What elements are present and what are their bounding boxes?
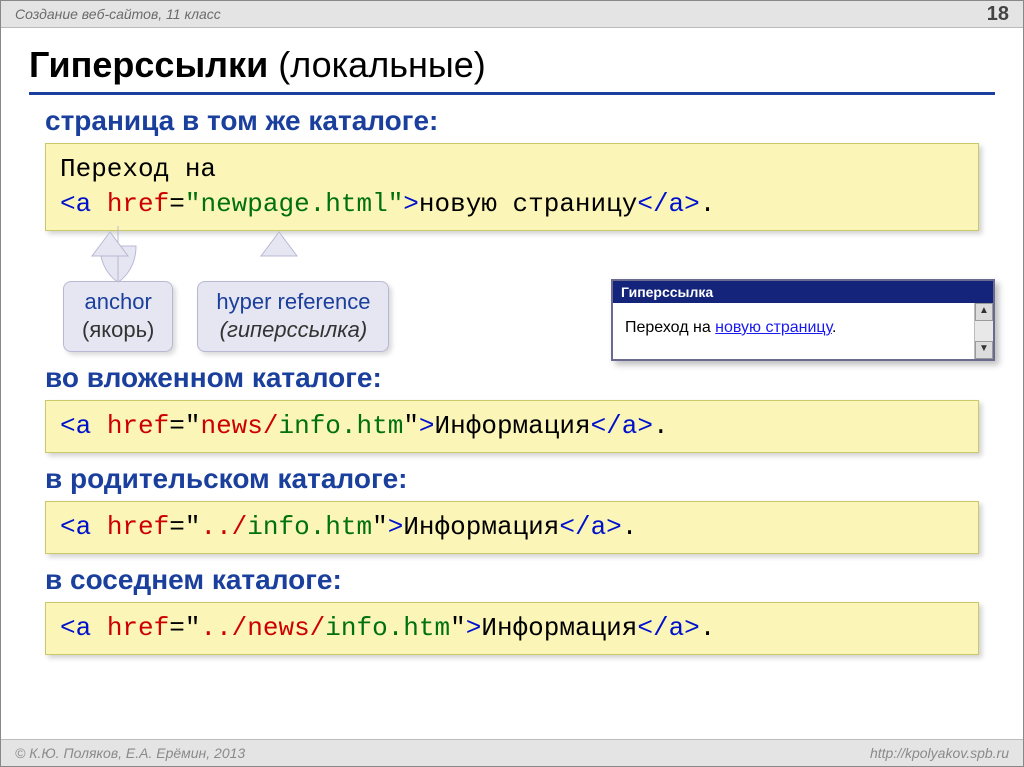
code3-close: </a> <box>559 512 621 542</box>
code2-close: </a> <box>591 411 653 441</box>
code4-file: info.htm <box>325 613 450 643</box>
scroll-down-icon[interactable]: ▼ <box>975 341 993 359</box>
code1-pre: Переход на <box>60 154 216 184</box>
code4-gt: > <box>466 613 482 643</box>
section-2-label: во вложенном каталоге: <box>45 362 995 394</box>
copyright: © К.Ю. Поляков, Е.А. Ерёмин, 2013 <box>15 745 245 761</box>
header-bar: Создание веб-сайтов, 11 класс 18 <box>1 1 1023 28</box>
callout-href: hyper reference (гиперссылка) <box>197 281 389 352</box>
code4-q1: " <box>185 613 201 643</box>
code1-sp <box>91 189 107 219</box>
code3-attr: href <box>107 512 169 542</box>
code4-dir: ../news/ <box>200 613 325 643</box>
browser-body: Переход на новую страницу. ▲ ▼ <box>613 303 993 359</box>
code3-file: info.htm <box>247 512 372 542</box>
code3-sp <box>91 512 107 542</box>
code3-gt: > <box>388 512 404 542</box>
code-box-1: Переход на <a href="newpage.html">новую … <box>45 143 979 231</box>
code3-q1: " <box>185 512 201 542</box>
code1-txt: новую страницу <box>419 189 637 219</box>
callout-href-pointer-icon <box>269 232 317 286</box>
callout-anchor-ru: (якорь) <box>82 316 154 344</box>
callout-anchor-pointer-icon <box>94 232 142 286</box>
code4-dot: . <box>700 613 716 643</box>
code2-q2: " <box>403 411 419 441</box>
code1-val: "newpage.html" <box>185 189 403 219</box>
code-box-3: <a href="../info.htm">Информация</a>. <box>45 501 979 554</box>
code2-dir: news/ <box>200 411 278 441</box>
browser-titlebar: Гиперссылка <box>613 281 993 303</box>
scroll-up-icon[interactable]: ▲ <box>975 303 993 321</box>
code1-gt: > <box>403 189 419 219</box>
footer-url: http://kpolyakov.spb.ru <box>870 745 1009 761</box>
browser-text-pre: Переход на <box>625 319 715 336</box>
title-rest: (локальные) <box>268 44 486 85</box>
browser-scrollbar[interactable]: ▲ ▼ <box>974 303 993 359</box>
code4-open: <a <box>60 613 91 643</box>
callout-href-en: hyper reference <box>216 288 370 316</box>
course-name: Создание веб-сайтов, 11 класс <box>15 6 221 22</box>
browser-preview: Гиперссылка Переход на новую страницу. ▲… <box>611 279 995 361</box>
title-bold: Гиперссылки <box>29 44 268 85</box>
callout-href-ru: (гиперссылка) <box>216 316 370 344</box>
code3-eq: = <box>169 512 185 542</box>
code2-gt: > <box>419 411 435 441</box>
slide: Создание веб-сайтов, 11 класс 18 Гиперсс… <box>0 0 1024 767</box>
callout-anchor: anchor (якорь) <box>63 281 173 352</box>
code1-open: <a <box>60 189 91 219</box>
code4-attr: href <box>107 613 169 643</box>
section-4-label: в соседнем каталоге: <box>45 564 995 596</box>
code3-open: <a <box>60 512 91 542</box>
code4-sp <box>91 613 107 643</box>
code1-dot: . <box>700 189 716 219</box>
code4-txt: Информация <box>481 613 637 643</box>
code2-q1: " <box>185 411 201 441</box>
footer-bar: © К.Ю. Поляков, Е.А. Ерёмин, 2013 http:/… <box>1 739 1023 766</box>
code4-close: </a> <box>637 613 699 643</box>
code2-dot: . <box>653 411 669 441</box>
code1-eq: = <box>169 189 185 219</box>
code3-dot: . <box>622 512 638 542</box>
callout-anchor-en: anchor <box>82 288 154 316</box>
code-box-4: <a href="../news/info.htm">Информация</a… <box>45 602 979 655</box>
section-1-label: страница в том же каталоге: <box>45 105 995 137</box>
page-number: 18 <box>987 3 1009 26</box>
browser-link[interactable]: новую страницу <box>715 319 832 336</box>
browser-text-post: . <box>832 319 836 336</box>
code3-txt: Информация <box>403 512 559 542</box>
code1-close: </a> <box>637 189 699 219</box>
page-title: Гиперссылки (локальные) <box>29 44 995 95</box>
code2-file: info.htm <box>278 411 403 441</box>
code2-attr: href <box>107 411 169 441</box>
code4-q2: " <box>450 613 466 643</box>
code2-sp <box>91 411 107 441</box>
code3-q2: " <box>372 512 388 542</box>
code2-txt: Информация <box>435 411 591 441</box>
code4-eq: = <box>169 613 185 643</box>
code2-eq: = <box>169 411 185 441</box>
section-3-label: в родительском каталоге: <box>45 463 995 495</box>
code1-attr: href <box>107 189 169 219</box>
code3-dir: ../ <box>200 512 247 542</box>
code2-open: <a <box>60 411 91 441</box>
code-box-2: <a href="news/info.htm">Информация</a>. <box>45 400 979 453</box>
